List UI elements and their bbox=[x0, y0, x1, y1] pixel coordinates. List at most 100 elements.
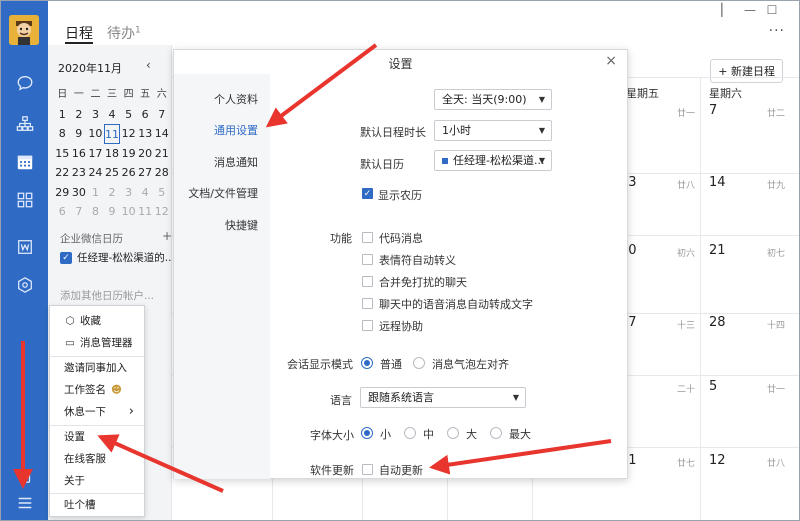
menu-item-signature[interactable]: 工作签名 ☻ bbox=[50, 379, 144, 401]
add-corp-calendar-button[interactable]: + bbox=[162, 229, 172, 243]
calendar-day[interactable]: 15 bbox=[54, 144, 71, 164]
tab-todo[interactable]: 待办1 bbox=[107, 23, 141, 43]
chat-mode-normal-radio[interactable] bbox=[361, 357, 373, 369]
calendar-day[interactable]: 9 bbox=[71, 124, 88, 144]
nav-file-management[interactable]: 文档/文件管理 bbox=[188, 185, 258, 201]
nav-notifications[interactable]: 消息通知 bbox=[214, 154, 258, 170]
calendar-day[interactable]: 23 bbox=[71, 163, 88, 183]
more-button[interactable]: ··· bbox=[769, 23, 785, 39]
font-size-xlarge-radio[interactable] bbox=[490, 427, 502, 439]
pin-button[interactable]: ▏ bbox=[715, 3, 737, 17]
calendar-day[interactable]: 10 bbox=[87, 124, 104, 144]
avatar[interactable] bbox=[9, 15, 39, 45]
allday-time-select[interactable]: 全天: 当天(9:00) ▼ bbox=[434, 89, 552, 110]
calendar-day[interactable]: 8 bbox=[87, 202, 104, 222]
org-chart-icon[interactable] bbox=[15, 114, 35, 134]
calendar-day[interactable]: 28 bbox=[153, 163, 170, 183]
calendar-day[interactable]: 27 bbox=[137, 163, 154, 183]
calendar-day[interactable]: 2 bbox=[71, 105, 88, 125]
chat-mode-bubble-radio[interactable] bbox=[413, 357, 425, 369]
day-number: 14 bbox=[709, 175, 726, 190]
calendar-day[interactable]: 6 bbox=[137, 105, 154, 125]
calendar-day[interactable]: 10 bbox=[120, 202, 137, 222]
calendar-day[interactable]: 19 bbox=[120, 144, 137, 164]
calendar-day[interactable]: 26 bbox=[120, 163, 137, 183]
calendar-day[interactable]: 14 bbox=[153, 124, 170, 144]
calendar-day[interactable]: 3 bbox=[87, 105, 104, 125]
menu-item-settings[interactable]: 设置 bbox=[50, 426, 144, 448]
default-duration-select[interactable]: 1小时 ▼ bbox=[434, 120, 552, 141]
calendar-day[interactable]: 22 bbox=[54, 163, 71, 183]
phone-icon[interactable] bbox=[15, 466, 35, 486]
apps-grid-icon[interactable] bbox=[15, 190, 35, 210]
calendar-day[interactable]: 1 bbox=[54, 105, 71, 125]
calendar-day[interactable]: 17 bbox=[87, 144, 104, 164]
day-number: 28 bbox=[709, 315, 726, 330]
calendar-day[interactable]: 20 bbox=[137, 144, 154, 164]
language-select[interactable]: 跟随系统语言 ▼ bbox=[360, 387, 526, 408]
calendar-day[interactable]: 11 bbox=[137, 202, 154, 222]
workbench-icon[interactable] bbox=[15, 275, 35, 295]
calendar-day[interactable]: 5 bbox=[153, 183, 170, 203]
settings-dialog: 设置 × 个人资料 通用设置 消息通知 文档/文件管理 快捷键 全天: 当天(9… bbox=[173, 49, 628, 479]
calendar-day[interactable]: 29 bbox=[54, 183, 71, 203]
calendar-day[interactable]: 16 bbox=[71, 144, 88, 164]
document-icon[interactable] bbox=[15, 237, 35, 257]
font-size-small-radio[interactable] bbox=[361, 427, 373, 439]
auto-update-label: 自动更新 bbox=[379, 464, 423, 477]
calendar-day[interactable]: 6 bbox=[54, 202, 71, 222]
calendar-day[interactable]: 7 bbox=[153, 105, 170, 125]
calendar-day[interactable]: 8 bbox=[54, 124, 71, 144]
calendar-day[interactable]: 7 bbox=[71, 202, 88, 222]
calendar-week-row: 6 7 8 9 10 11 12 bbox=[54, 202, 170, 222]
default-calendar-select[interactable]: 任经理-松松渠道... ▼ bbox=[434, 150, 552, 171]
show-lunar-checkbox[interactable]: ✓ bbox=[362, 188, 373, 199]
feature-checkbox[interactable] bbox=[362, 320, 373, 331]
calendar-day[interactable]: 24 bbox=[87, 163, 104, 183]
prev-month-button[interactable]: ‹ bbox=[146, 58, 151, 72]
nav-shortcuts[interactable]: 快捷键 bbox=[225, 217, 258, 233]
auto-update-checkbox[interactable] bbox=[362, 464, 373, 475]
nav-general-settings[interactable]: 通用设置 bbox=[214, 122, 258, 138]
menu-icon[interactable] bbox=[15, 493, 35, 513]
menu-item-invite[interactable]: 邀请同事加入 bbox=[50, 357, 144, 379]
feature-checkbox[interactable] bbox=[362, 254, 373, 265]
calendar-day[interactable]: 4 bbox=[137, 183, 154, 203]
menu-item-favorites[interactable]: ⬡ 收藏 bbox=[50, 310, 144, 332]
menu-item-feedback[interactable]: 吐个槽 bbox=[50, 494, 144, 516]
calendar-day[interactable]: 12 bbox=[120, 124, 137, 144]
feature-checkbox[interactable] bbox=[362, 276, 373, 287]
minimize-button[interactable]: — bbox=[739, 3, 761, 17]
font-size-medium-radio[interactable] bbox=[404, 427, 416, 439]
calendar-day[interactable]: 21 bbox=[153, 144, 170, 164]
menu-item-about[interactable]: 关于 bbox=[50, 470, 144, 492]
calendar-day[interactable]: 9 bbox=[104, 202, 121, 222]
font-size-large-radio[interactable] bbox=[447, 427, 459, 439]
calendar-day[interactable]: 12 bbox=[153, 202, 170, 222]
close-icon[interactable]: × bbox=[605, 53, 617, 69]
calendar-day[interactable]: 18 bbox=[104, 144, 121, 164]
menu-item-message-manager[interactable]: ▭ 消息管理器 bbox=[50, 332, 144, 354]
maximize-button[interactable]: ☐ bbox=[761, 3, 783, 17]
nav-profile[interactable]: 个人资料 bbox=[214, 91, 258, 107]
calendar-checkbox[interactable]: ✓ bbox=[60, 251, 72, 264]
calendar-day[interactable]: 13 bbox=[137, 124, 154, 144]
tab-schedule[interactable]: 日程 bbox=[65, 23, 93, 43]
menu-item-support[interactable]: 在线客服 bbox=[50, 448, 144, 470]
new-event-button[interactable]: + 新建日程 bbox=[710, 59, 783, 83]
feature-checkbox[interactable] bbox=[362, 298, 373, 309]
calendar-day[interactable]: 3 bbox=[120, 183, 137, 203]
calendar-day[interactable]: 2 bbox=[104, 183, 121, 203]
calendar-day[interactable]: 30 bbox=[71, 183, 88, 203]
calendar-day[interactable]: 11 bbox=[103, 124, 121, 144]
calendar-day[interactable]: 25 bbox=[104, 163, 121, 183]
calendar-icon[interactable] bbox=[15, 152, 35, 172]
calendar-list-item[interactable]: ✓ 任经理-松松渠道的... bbox=[60, 250, 175, 265]
add-other-calendar-link[interactable]: 添加其他日历帐户... bbox=[60, 288, 154, 303]
feature-checkbox[interactable] bbox=[362, 232, 373, 243]
chat-icon[interactable] bbox=[15, 73, 35, 93]
calendar-day[interactable]: 4 bbox=[104, 105, 121, 125]
calendar-day[interactable]: 1 bbox=[87, 183, 104, 203]
menu-item-rest[interactable]: 休息一下 › bbox=[50, 401, 144, 423]
calendar-day[interactable]: 5 bbox=[120, 105, 137, 125]
